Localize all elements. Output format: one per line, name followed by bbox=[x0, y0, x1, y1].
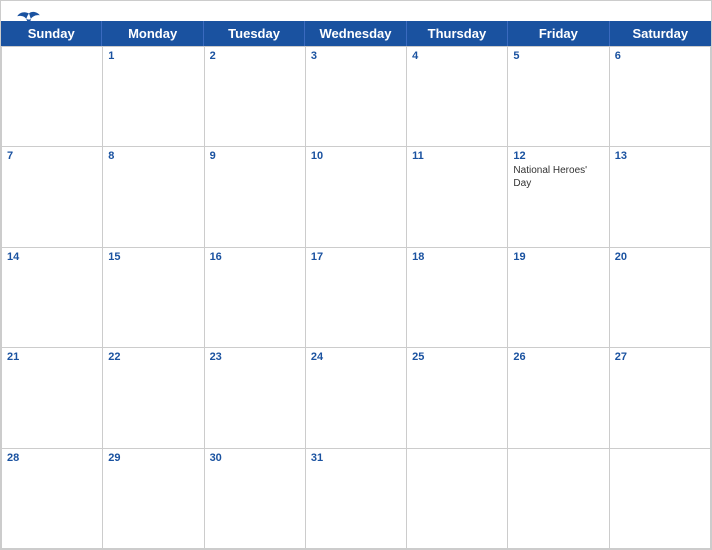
day-header-wednesday: Wednesday bbox=[305, 21, 406, 46]
cell-number: 25 bbox=[412, 351, 502, 363]
calendar-header bbox=[1, 1, 711, 21]
cell-number: 12 bbox=[513, 150, 603, 162]
cell-number: 21 bbox=[7, 351, 97, 363]
cell-number: 10 bbox=[311, 150, 401, 162]
calendar-cell: 26 bbox=[508, 348, 609, 448]
cell-number: 11 bbox=[412, 150, 502, 162]
calendar-cell: 1 bbox=[103, 47, 204, 147]
calendar-cell bbox=[508, 449, 609, 549]
cell-number: 30 bbox=[210, 452, 300, 464]
cell-number: 18 bbox=[412, 251, 502, 263]
cell-number: 24 bbox=[311, 351, 401, 363]
cell-number: 27 bbox=[615, 351, 705, 363]
calendar-cell: 21 bbox=[2, 348, 103, 448]
cell-number: 9 bbox=[210, 150, 300, 162]
calendar-cell: 15 bbox=[103, 248, 204, 348]
cell-number: 7 bbox=[7, 150, 97, 162]
cell-number: 13 bbox=[615, 150, 705, 162]
calendar-cell: 6 bbox=[610, 47, 711, 147]
day-headers-row: SundayMondayTuesdayWednesdayThursdayFrid… bbox=[1, 21, 711, 46]
cell-number: 23 bbox=[210, 351, 300, 363]
cell-number: 28 bbox=[7, 452, 97, 464]
calendar-cell: 27 bbox=[610, 348, 711, 448]
calendar-cell bbox=[610, 449, 711, 549]
calendar-cell: 2 bbox=[205, 47, 306, 147]
calendar-cell: 12 National Heroes' Day bbox=[508, 147, 609, 247]
calendar-cell: 9 bbox=[205, 147, 306, 247]
calendar-cell: 13 bbox=[610, 147, 711, 247]
calendar-cell: 18 bbox=[407, 248, 508, 348]
cell-number: 2 bbox=[210, 50, 300, 62]
calendar-cell: 10 bbox=[306, 147, 407, 247]
calendar-wrapper: SundayMondayTuesdayWednesdayThursdayFrid… bbox=[0, 0, 712, 550]
cell-number: 3 bbox=[311, 50, 401, 62]
cell-number: 4 bbox=[412, 50, 502, 62]
logo-bird-icon bbox=[15, 9, 43, 27]
calendar-cell: 23 bbox=[205, 348, 306, 448]
cell-number: 31 bbox=[311, 452, 401, 464]
calendar-cell: 17 bbox=[306, 248, 407, 348]
cell-number: 15 bbox=[108, 251, 198, 263]
calendar-cell: 4 bbox=[407, 47, 508, 147]
cell-number: 29 bbox=[108, 452, 198, 464]
calendar-cell: 31 bbox=[306, 449, 407, 549]
cell-number: 6 bbox=[615, 50, 705, 62]
cell-number: 26 bbox=[513, 351, 603, 363]
calendar-cell: 7 bbox=[2, 147, 103, 247]
day-header-friday: Friday bbox=[508, 21, 609, 46]
calendar-cell: 29 bbox=[103, 449, 204, 549]
day-header-monday: Monday bbox=[102, 21, 203, 46]
calendar-cell: 22 bbox=[103, 348, 204, 448]
calendar-cell: 8 bbox=[103, 147, 204, 247]
day-header-saturday: Saturday bbox=[610, 21, 711, 46]
calendar-cell: 14 bbox=[2, 248, 103, 348]
calendar-cell: 30 bbox=[205, 449, 306, 549]
cell-number: 5 bbox=[513, 50, 603, 62]
cell-event: National Heroes' Day bbox=[513, 164, 603, 190]
cell-number: 19 bbox=[513, 251, 603, 263]
calendar-cell: 3 bbox=[306, 47, 407, 147]
cell-number: 8 bbox=[108, 150, 198, 162]
calendar-cell: 20 bbox=[610, 248, 711, 348]
day-header-thursday: Thursday bbox=[407, 21, 508, 46]
calendar-cell: 11 bbox=[407, 147, 508, 247]
calendar-cell: 28 bbox=[2, 449, 103, 549]
calendar-cell: 25 bbox=[407, 348, 508, 448]
cell-number: 1 bbox=[108, 50, 198, 62]
day-header-tuesday: Tuesday bbox=[204, 21, 305, 46]
calendar-cell: 16 bbox=[205, 248, 306, 348]
cell-number: 16 bbox=[210, 251, 300, 263]
calendar-grid: 123456789101112National Heroes' Day13141… bbox=[1, 46, 711, 549]
cell-number: 20 bbox=[615, 251, 705, 263]
calendar-cell bbox=[2, 47, 103, 147]
cell-number: 14 bbox=[7, 251, 97, 263]
calendar-cell bbox=[407, 449, 508, 549]
calendar-cell: 19 bbox=[508, 248, 609, 348]
cell-number: 17 bbox=[311, 251, 401, 263]
cell-number: 22 bbox=[108, 351, 198, 363]
calendar-cell: 24 bbox=[306, 348, 407, 448]
calendar-cell: 5 bbox=[508, 47, 609, 147]
logo-area bbox=[15, 9, 45, 27]
